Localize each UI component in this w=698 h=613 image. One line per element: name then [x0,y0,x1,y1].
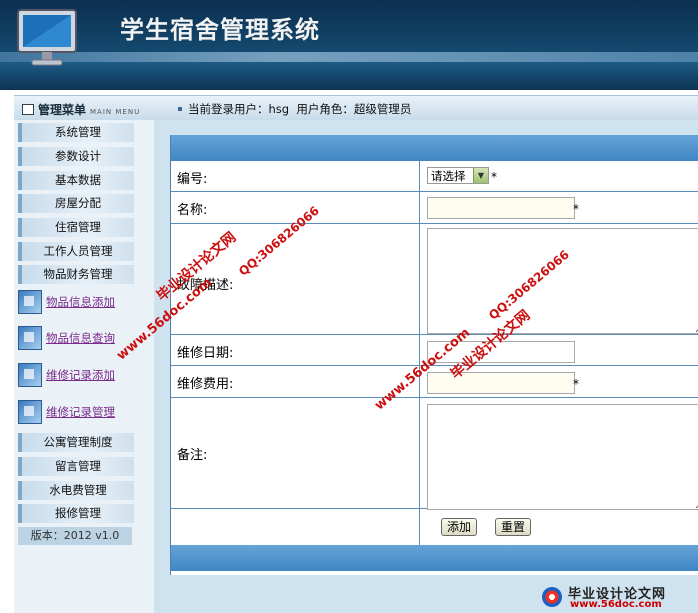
number-select[interactable]: 请选择 ▼ [427,167,489,184]
header-stripe [0,52,698,62]
name-input[interactable] [427,197,575,219]
form-header-bar [171,135,698,161]
menu-title: 管理菜单 MAIN MENU [22,101,140,118]
bullet-icon [178,107,182,111]
sidebar-item-goods-finance[interactable]: 物品财务管理 [18,265,134,284]
user-name: hsg [268,102,290,116]
required-mark: * [491,170,497,184]
required-mark: * [573,377,579,391]
sidebar-item-apartment-rules[interactable]: 公寓管理制度 [18,433,134,452]
sidebar-item-lodging[interactable]: 住宿管理 [18,218,134,237]
required-mark: * [573,202,579,216]
version-label: 版本：2012 v1.0 [18,527,132,545]
sidebar-item-utility-fees[interactable]: 水电费管理 [18,481,134,500]
chevron-down-icon[interactable]: ▼ [473,168,488,183]
sidebar-subitem[interactable]: 维修记录管理 [18,400,152,428]
user-info: 当前登录用户：hsg 用户角色：超级管理员 [178,101,411,117]
sidebar-item-basic-data[interactable]: 基本数据 [18,171,134,190]
name-label: 名称: [177,203,208,218]
sidebar-item-repair-reports[interactable]: 报修管理 [18,504,134,523]
role-name: 超级管理员 [353,102,412,116]
repair-cost-label: 维修费用: [177,377,234,392]
menu-icon [22,104,34,115]
form-row-buttons [171,509,698,544]
sidebar-item-messages[interactable]: 留言管理 [18,457,134,476]
sidebar-item-system[interactable]: 系统管理 [18,123,134,142]
monitor-logo-icon [17,9,77,66]
link-repair-manage[interactable]: 维修记录管理 [46,404,115,420]
header-band [0,62,698,90]
repair-date-label: 维修日期: [177,346,234,361]
sidebar: 系统管理 参数设计 基本数据 房屋分配 住宿管理 工作人员管理 物品财务管理 物… [14,120,155,613]
form-footer-bar [171,545,698,571]
document-icon [18,326,42,350]
sidebar-subitem[interactable]: 维修记录添加 [18,363,152,391]
add-button[interactable]: 添加 [441,518,477,536]
document-icon [18,400,42,424]
target-logo-icon [542,587,562,607]
number-label: 编号: [177,172,208,187]
sidebar-item-room-allocation[interactable]: 房屋分配 [18,194,134,213]
link-repair-add[interactable]: 维修记录添加 [46,367,115,383]
footer-logo: 毕业设计论文网 www.56doc.com [540,582,698,613]
number-select-value: 请选择 [431,169,466,183]
menu-subtitle: MAIN MENU [90,108,141,116]
user-label: 当前登录用户： [188,102,269,116]
link-goods-query[interactable]: 物品信息查询 [46,330,115,346]
document-icon [18,363,42,387]
sidebar-item-staff[interactable]: 工作人员管理 [18,242,134,261]
remarks-label: 备注: [177,448,208,463]
app-header: 学生宿舍管理系统 [0,0,698,90]
page-title: 学生宿舍管理系统 [120,15,320,44]
sidebar-item-params[interactable]: 参数设计 [18,147,134,166]
footer-url: www.56doc.com [570,599,662,610]
sidebar-subitem[interactable]: 物品信息添加 [18,290,152,318]
remarks-textarea[interactable] [427,404,698,510]
role-label: 用户角色： [296,102,354,116]
top-bar: 管理菜单 MAIN MENU 当前登录用户：hsg 用户角色：超级管理员 [14,95,698,121]
damage-textarea[interactable] [427,228,698,334]
link-goods-add[interactable]: 物品信息添加 [46,294,115,310]
menu-title-label: 管理菜单 [38,103,87,117]
reset-button[interactable]: 重置 [495,518,531,536]
repair-cost-input[interactable] [427,372,575,394]
document-icon [18,290,42,314]
